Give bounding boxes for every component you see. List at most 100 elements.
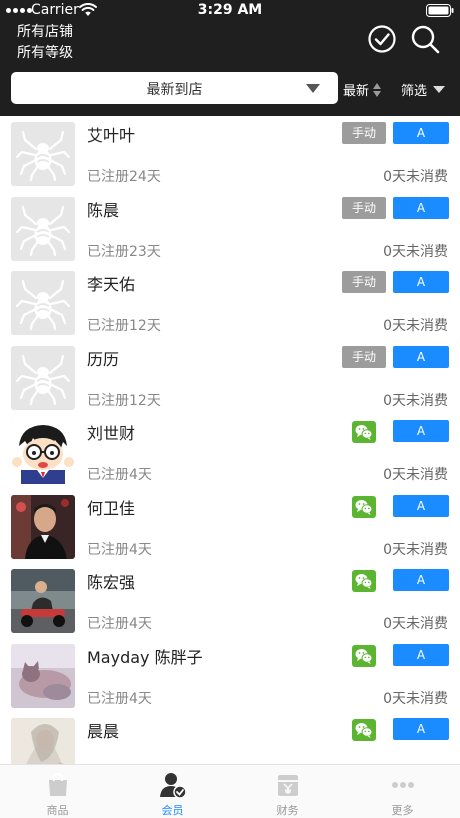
manual-source-badge: 手动 [342,196,386,219]
member-name: 历历 [87,349,120,369]
days-since-consumption: 0天未消费 [383,392,448,409]
registered-days: 已注册4天 [87,467,152,483]
search-icon [411,25,440,54]
tab-bar: 商品 会员 财务 更多 [0,764,460,818]
member-row[interactable]: 刘世财 A 已注册4天 0天未消费 [0,414,460,489]
tab-members[interactable]: 会员 [115,765,230,818]
member-name: Mayday 陈胖子 [87,647,203,667]
member-row[interactable]: 艾叶叶 手动 A 已注册24天 0天未消费 [0,116,460,191]
member-name: 李天佑 [87,275,136,294]
member-list[interactable]: 艾叶叶 手动 A 已注册24天 0天未消费 陈晨 手动 A 已注册23天 0天未消费 李天佑 手动 A 已… [0,116,460,764]
member-photo [11,494,75,559]
member-level-button[interactable]: A [393,122,449,144]
avatar [11,569,75,633]
header: Carrier 3:29 AM 所有店铺 所有等级 最新到店 最新 筛选 [0,0,460,116]
member-photo [11,643,75,708]
member-row[interactable]: 陈晨 手动 A 已注册23天 0天未消费 [0,191,460,266]
registered-days: 已注册4天 [87,541,152,558]
avatar [11,420,75,484]
placeholder-spider-icon [11,345,75,410]
tab-label: 商品 [46,804,69,817]
member-row[interactable]: 何卫佳 A 已注册4天 0天未消费 [0,489,460,564]
registered-days: 已注册4天 [87,690,152,707]
tab-label: 更多 [391,804,414,817]
tab-label: 会员 [161,804,184,817]
search-button[interactable] [410,24,440,54]
avatar [11,345,75,410]
member-level-button[interactable]: A [393,494,449,517]
member-name: 刘世财 [87,424,136,443]
registered-days: 已注册24天 [87,169,161,185]
registered-days: 已注册12天 [87,318,161,334]
cartoon-avatar-icon [11,420,75,484]
sort-dropdown[interactable]: 最新到店 [11,72,338,104]
member-level-button[interactable]: A [393,196,449,219]
registered-days: 已注册23天 [87,243,161,260]
registered-days: 已注册4天 [87,616,152,632]
wechat-icon [352,570,376,592]
days-since-consumption: 0天未消费 [383,169,448,185]
tab-more[interactable]: 更多 [345,765,460,818]
days-since-consumption: 0天未消费 [383,318,448,334]
avatar [11,122,75,186]
member-row[interactable]: 历历 手动 A 已注册12天 0天未消费 [0,340,460,415]
tab-goods[interactable]: 商品 [0,765,115,818]
bag-icon [44,771,72,799]
wechat-glyph [355,574,373,589]
manual-source-badge: 手动 [342,345,386,368]
member-row[interactable]: 李天佑 手动 A 已注册12天 0天未消费 [0,265,460,340]
chevron-down-icon [306,84,320,93]
member-level-button[interactable]: A [393,420,449,442]
member-level-button[interactable]: A [393,643,449,666]
finance-icon [274,771,302,799]
manual-source-badge: 手动 [342,122,386,144]
days-since-consumption: 0天未消费 [383,690,448,707]
member-name: 艾叶叶 [87,126,136,145]
wechat-icon [352,719,376,741]
member-row[interactable]: 陈宏强 A 已注册4天 0天未消费 [0,563,460,638]
sort-dropdown-label: 最新到店 [146,82,203,98]
tab-finance[interactable]: 财务 [230,765,345,818]
wechat-glyph [355,648,373,664]
avatar [11,643,75,708]
member-row[interactable]: 晨晨 A [0,712,460,764]
member-level-button[interactable]: A [393,345,449,368]
wechat-icon [352,421,376,443]
member-row[interactable]: Mayday 陈胖子 A 已注册4天 0天未消费 [0,638,460,713]
avatar [11,494,75,559]
member-level-button[interactable]: A [393,271,449,293]
member-name: 陈宏强 [87,573,136,592]
status-time: 3:29 AM [197,2,263,18]
newest-label: 最新 [343,84,370,99]
filter-label: 筛选 [401,84,428,99]
registered-days: 已注册12天 [87,392,161,409]
avatar [11,196,75,261]
avatar [11,718,75,764]
days-since-consumption: 0天未消费 [383,243,448,260]
tab-label: 财务 [276,804,299,817]
placeholder-spider-icon [11,196,75,261]
level-filter-label: 所有等级 [17,45,73,61]
placeholder-spider-icon [11,122,75,186]
batch-select-button[interactable] [367,24,397,54]
member-name: 晨晨 [87,722,120,741]
store-filter-label: 所有店铺 [17,24,73,40]
member-name: 何卫佳 [87,498,136,518]
member-level-button[interactable]: A [393,569,449,591]
more-icon [389,771,417,799]
wechat-glyph [355,499,373,515]
member-icon [159,771,187,799]
filter-button[interactable]: 筛选 [401,80,446,99]
sort-arrows-icon [373,82,382,97]
store-level-filter[interactable]: 所有店铺 所有等级 [17,22,73,64]
wechat-icon [352,644,376,667]
member-name: 陈晨 [87,200,120,220]
battery-icon [426,4,454,17]
check-circle-icon [368,25,396,53]
member-level-button[interactable]: A [393,718,449,740]
days-since-consumption: 0天未消费 [383,541,448,558]
wechat-glyph [355,723,373,738]
days-since-consumption: 0天未消费 [383,616,448,632]
placeholder-spider-icon [11,271,75,335]
newest-sort-toggle[interactable]: 最新 [343,80,382,99]
